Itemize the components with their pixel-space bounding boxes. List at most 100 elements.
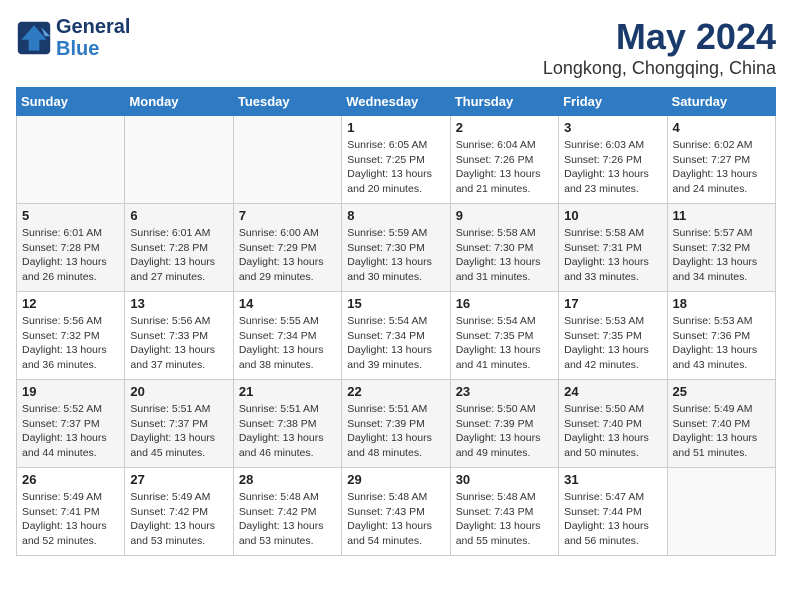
day-number: 29 [347,472,444,487]
calendar-cell: 13Sunrise: 5:56 AM Sunset: 7:33 PM Dayli… [125,292,233,380]
calendar-cell: 26 Sunrise: 5:49 AM Sunset: 7:41 PM Dayli… [17,468,125,556]
calendar-cell: 1Sunrise: 6:05 AM Sunset: 7:25 PM Daylig… [342,116,450,204]
calendar-cell [667,468,775,556]
cell-sun-info: Sunrise: 6:02 AM Sunset: 7:27 PM Dayligh… [673,138,770,197]
day-header-saturday: Saturday [667,88,775,116]
calendar-cell: 25 Sunrise: 5:49 AM Sunset: 7:40 PM Dayli… [667,380,775,468]
logo-icon [16,20,52,56]
calendar-cell [17,116,125,204]
day-number: 21 [239,384,336,399]
week-row-3: 19Sunrise: 5:52 AM Sunset: 7:37 PM Dayli… [17,380,776,468]
calendar-cell: 14 Sunrise: 5:55 AM Sunset: 7:34 PM Dayli… [233,292,341,380]
day-header-wednesday: Wednesday [342,88,450,116]
cell-sun-info: Sunrise: 5:49 AM Sunset: 7:42 PM Dayligh… [130,490,227,549]
calendar-cell: 19Sunrise: 5:52 AM Sunset: 7:37 PM Dayli… [17,380,125,468]
day-header-sunday: Sunday [17,88,125,116]
day-header-monday: Monday [125,88,233,116]
calendar-cell: 18 Sunrise: 5:53 AM Sunset: 7:36 PM Dayli… [667,292,775,380]
calendar-cell: 27 Sunrise: 5:49 AM Sunset: 7:42 PM Dayli… [125,468,233,556]
location-subtitle: Longkong, Chongqing, China [543,58,776,79]
day-number: 27 [130,472,227,487]
cell-sun-info: Sunrise: 5:54 AM Sunset: 7:35 PM Dayligh… [456,314,553,373]
logo: General Blue [16,16,130,60]
cell-sun-info: Sunrise: 5:58 AM Sunset: 7:30 PM Dayligh… [456,226,553,285]
cell-sun-info: Sunrise: 5:53 AM Sunset: 7:36 PM Dayligh… [673,314,770,373]
cell-sun-info: Sunrise: 5:47 AM Sunset: 7:44 PM Dayligh… [564,490,661,549]
day-number: 9 [456,208,553,223]
week-row-1: 5Sunrise: 6:01 AM Sunset: 7:28 PM Daylig… [17,204,776,292]
day-number: 11 [673,208,770,223]
calendar-cell: 22 Sunrise: 5:51 AM Sunset: 7:39 PM Dayli… [342,380,450,468]
logo-blue: Blue [56,38,130,60]
day-number: 6 [130,208,227,223]
cell-sun-info: Sunrise: 5:50 AM Sunset: 7:39 PM Dayligh… [456,402,553,461]
cell-sun-info: Sunrise: 5:49 AM Sunset: 7:40 PM Dayligh… [673,402,770,461]
cell-sun-info: Sunrise: 5:59 AM Sunset: 7:30 PM Dayligh… [347,226,444,285]
cell-sun-info: Sunrise: 6:05 AM Sunset: 7:25 PM Dayligh… [347,138,444,197]
day-number: 25 [673,384,770,399]
day-number: 8 [347,208,444,223]
day-number: 7 [239,208,336,223]
cell-sun-info: Sunrise: 5:48 AM Sunset: 7:43 PM Dayligh… [347,490,444,549]
calendar-cell: 9 Sunrise: 5:58 AM Sunset: 7:30 PM Daylig… [450,204,558,292]
calendar-cell: 29 Sunrise: 5:48 AM Sunset: 7:43 PM Dayli… [342,468,450,556]
day-number: 3 [564,120,661,135]
cell-sun-info: Sunrise: 5:57 AM Sunset: 7:32 PM Dayligh… [673,226,770,285]
day-number: 4 [673,120,770,135]
day-header-tuesday: Tuesday [233,88,341,116]
cell-sun-info: Sunrise: 5:51 AM Sunset: 7:39 PM Dayligh… [347,402,444,461]
calendar-cell: 30Sunrise: 5:48 AM Sunset: 7:43 PM Dayli… [450,468,558,556]
cell-sun-info: Sunrise: 5:50 AM Sunset: 7:40 PM Dayligh… [564,402,661,461]
calendar-cell: 3 Sunrise: 6:03 AM Sunset: 7:26 PM Daylig… [559,116,667,204]
calendar-cell: 10 Sunrise: 5:58 AM Sunset: 7:31 PM Dayli… [559,204,667,292]
cell-sun-info: Sunrise: 5:51 AM Sunset: 7:37 PM Dayligh… [130,402,227,461]
calendar-cell: 4 Sunrise: 6:02 AM Sunset: 7:27 PM Daylig… [667,116,775,204]
calendar-cell: 17Sunrise: 5:53 AM Sunset: 7:35 PM Dayli… [559,292,667,380]
cell-sun-info: Sunrise: 5:55 AM Sunset: 7:34 PM Dayligh… [239,314,336,373]
day-number: 22 [347,384,444,399]
week-row-2: 12 Sunrise: 5:56 AM Sunset: 7:32 PM Dayli… [17,292,776,380]
day-header-thursday: Thursday [450,88,558,116]
calendar-cell: 12 Sunrise: 5:56 AM Sunset: 7:32 PM Dayli… [17,292,125,380]
cell-sun-info: Sunrise: 5:49 AM Sunset: 7:41 PM Dayligh… [22,490,119,549]
cell-sun-info: Sunrise: 5:48 AM Sunset: 7:42 PM Dayligh… [239,490,336,549]
calendar-cell: 15Sunrise: 5:54 AM Sunset: 7:34 PM Dayli… [342,292,450,380]
day-number: 12 [22,296,119,311]
month-year-title: May 2024 [543,16,776,58]
cell-sun-info: Sunrise: 6:01 AM Sunset: 7:28 PM Dayligh… [130,226,227,285]
calendar-table: SundayMondayTuesdayWednesdayThursdayFrid… [16,87,776,556]
calendar-cell: 21 Sunrise: 5:51 AM Sunset: 7:38 PM Dayli… [233,380,341,468]
cell-sun-info: Sunrise: 5:56 AM Sunset: 7:33 PM Dayligh… [130,314,227,373]
cell-sun-info: Sunrise: 6:00 AM Sunset: 7:29 PM Dayligh… [239,226,336,285]
calendar-cell: 16 Sunrise: 5:54 AM Sunset: 7:35 PM Dayli… [450,292,558,380]
cell-sun-info: Sunrise: 6:04 AM Sunset: 7:26 PM Dayligh… [456,138,553,197]
day-number: 26 [22,472,119,487]
calendar-header-row: SundayMondayTuesdayWednesdayThursdayFrid… [17,88,776,116]
calendar-cell: 6 Sunrise: 6:01 AM Sunset: 7:28 PM Daylig… [125,204,233,292]
cell-sun-info: Sunrise: 6:03 AM Sunset: 7:26 PM Dayligh… [564,138,661,197]
calendar-cell: 5Sunrise: 6:01 AM Sunset: 7:28 PM Daylig… [17,204,125,292]
week-row-0: 1Sunrise: 6:05 AM Sunset: 7:25 PM Daylig… [17,116,776,204]
day-number: 23 [456,384,553,399]
calendar-cell: 24 Sunrise: 5:50 AM Sunset: 7:40 PM Dayli… [559,380,667,468]
day-number: 14 [239,296,336,311]
calendar-cell [233,116,341,204]
day-number: 10 [564,208,661,223]
day-number: 24 [564,384,661,399]
calendar-cell: 8 Sunrise: 5:59 AM Sunset: 7:30 PM Daylig… [342,204,450,292]
day-header-friday: Friday [559,88,667,116]
page-header: General Blue May 2024 Longkong, Chongqin… [16,16,776,79]
calendar-cell: 20 Sunrise: 5:51 AM Sunset: 7:37 PM Dayli… [125,380,233,468]
day-number: 18 [673,296,770,311]
cell-sun-info: Sunrise: 5:53 AM Sunset: 7:35 PM Dayligh… [564,314,661,373]
day-number: 16 [456,296,553,311]
cell-sun-info: Sunrise: 5:51 AM Sunset: 7:38 PM Dayligh… [239,402,336,461]
cell-sun-info: Sunrise: 5:58 AM Sunset: 7:31 PM Dayligh… [564,226,661,285]
calendar-title-block: May 2024 Longkong, Chongqing, China [543,16,776,79]
day-number: 20 [130,384,227,399]
day-number: 28 [239,472,336,487]
calendar-cell: 2 Sunrise: 6:04 AM Sunset: 7:26 PM Daylig… [450,116,558,204]
day-number: 15 [347,296,444,311]
day-number: 2 [456,120,553,135]
cell-sun-info: Sunrise: 5:56 AM Sunset: 7:32 PM Dayligh… [22,314,119,373]
